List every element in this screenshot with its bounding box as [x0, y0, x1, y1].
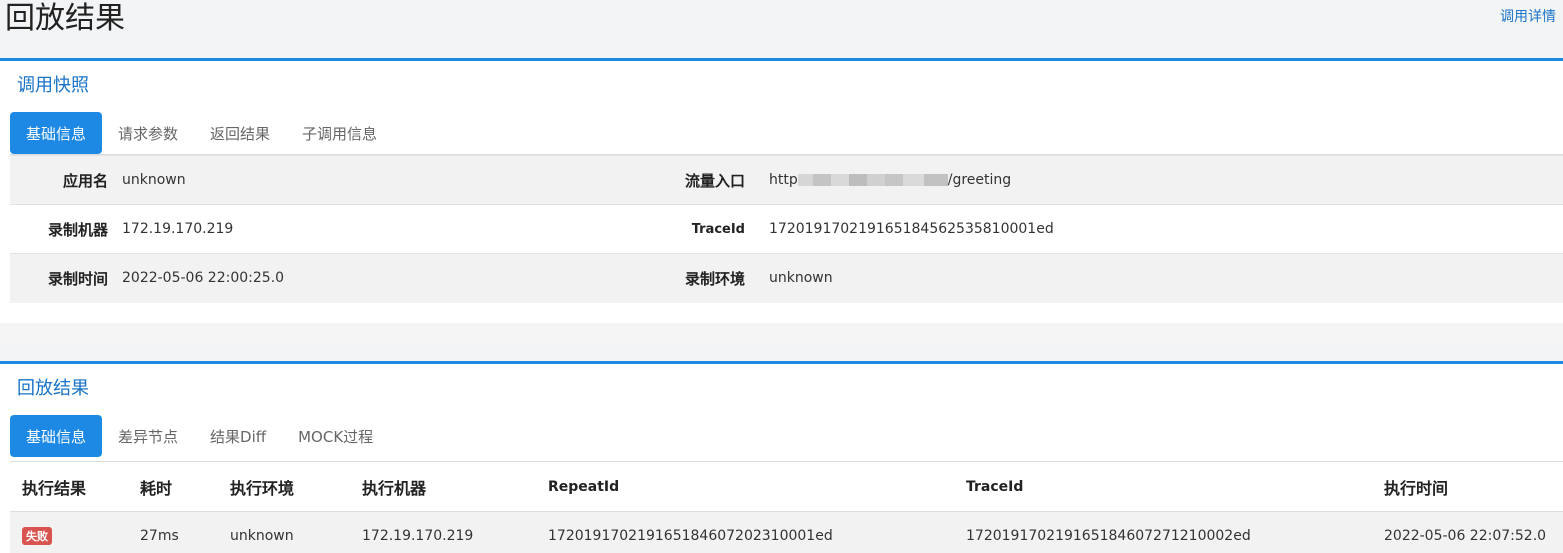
record-host-label: 录制机器	[10, 204, 108, 254]
host-cell: 172.19.170.219	[362, 511, 548, 553]
tab-sub-invocation[interactable]: 子调用信息	[286, 112, 393, 154]
panel-footer	[0, 323, 1563, 346]
traffic-entry-suffix: /greeting	[947, 172, 1012, 188]
table-row: 录制机器 172.19.170.219 TraceId 172019170219…	[10, 204, 1563, 254]
page-header: 回放结果 调用详情	[0, 0, 1563, 58]
repeat-id-cell: 172019170219165184607202310001ed	[548, 511, 966, 553]
page-title: 回放结果	[5, 1, 125, 36]
traffic-entry-label: 流量入口	[646, 155, 745, 205]
table-row: 失败 27ms unknown 172.19.170.219 172019170…	[10, 511, 1563, 553]
col-cost: 耗时	[140, 461, 230, 512]
col-exec-result: 执行结果	[10, 461, 140, 512]
env-cell: unknown	[230, 511, 362, 553]
replay-result-table: 执行结果 耗时 执行环境 执行机器 RepeatId TraceId 执行时间 …	[10, 461, 1563, 553]
snapshot-tabs: 基础信息 请求参数 返回结果 子调用信息	[10, 112, 393, 154]
exec-time-cell: 2022-05-06 22:07:52.0	[1384, 511, 1563, 553]
tab-return-result[interactable]: 返回结果	[194, 112, 286, 154]
tab-result-diff[interactable]: 结果Diff	[194, 415, 282, 457]
record-env-value: unknown	[745, 253, 1563, 303]
exec-result-cell: 失败	[10, 511, 140, 553]
trace-id-value: 172019170219165184562535810001ed	[745, 204, 1563, 254]
call-details-link[interactable]: 调用详情	[1500, 6, 1556, 26]
replay-result-panel: 回放结果 基础信息 差异节点 结果Diff MOCK过程 执行结果 耗时 执行环…	[0, 361, 1563, 553]
tab-replay-basic-info[interactable]: 基础信息	[10, 415, 103, 457]
app-name-value: unknown	[108, 155, 646, 205]
snapshot-panel-title: 调用快照	[17, 75, 89, 96]
app-name-label: 应用名	[10, 155, 108, 205]
col-exec-host: 执行机器	[362, 461, 548, 512]
trace-id-cell: 172019170219165184607271210002ed	[966, 511, 1384, 553]
table-header-row: 执行结果 耗时 执行环境 执行机器 RepeatId TraceId 执行时间	[10, 461, 1563, 512]
tab-basic-info[interactable]: 基础信息	[10, 112, 103, 154]
redacted-host	[797, 174, 948, 186]
trace-id-label: TraceId	[646, 204, 745, 254]
status-badge: 失败	[22, 526, 52, 545]
replay-tabs: 基础信息 差异节点 结果Diff MOCK过程	[10, 415, 389, 457]
record-host-value: 172.19.170.219	[108, 204, 646, 254]
tab-request-params[interactable]: 请求参数	[102, 112, 194, 154]
col-exec-env: 执行环境	[230, 461, 362, 512]
col-exec-time: 执行时间	[1384, 461, 1563, 512]
traffic-entry-value: http/greeting	[745, 155, 1563, 205]
replay-panel-title: 回放结果	[17, 378, 89, 399]
cost-cell: 27ms	[140, 511, 230, 553]
record-time-value: 2022-05-06 22:00:25.0	[108, 253, 646, 303]
tab-mock-process[interactable]: MOCK过程	[282, 415, 389, 457]
table-row: 录制时间 2022-05-06 22:00:25.0 录制环境 unknown	[10, 253, 1563, 303]
traffic-entry-prefix: http	[769, 172, 798, 188]
col-trace-id: TraceId	[966, 461, 1384, 512]
record-env-label: 录制环境	[646, 253, 745, 303]
col-repeat-id: RepeatId	[548, 461, 966, 512]
tab-diff-nodes[interactable]: 差异节点	[102, 415, 194, 457]
snapshot-info-table: 应用名 unknown 流量入口 http/greeting 录制机器 172.…	[10, 155, 1563, 303]
record-time-label: 录制时间	[10, 253, 108, 303]
call-snapshot-panel: 调用快照 基础信息 请求参数 返回结果 子调用信息 应用名 unknown 流量…	[0, 58, 1563, 346]
table-row: 应用名 unknown 流量入口 http/greeting	[10, 155, 1563, 205]
